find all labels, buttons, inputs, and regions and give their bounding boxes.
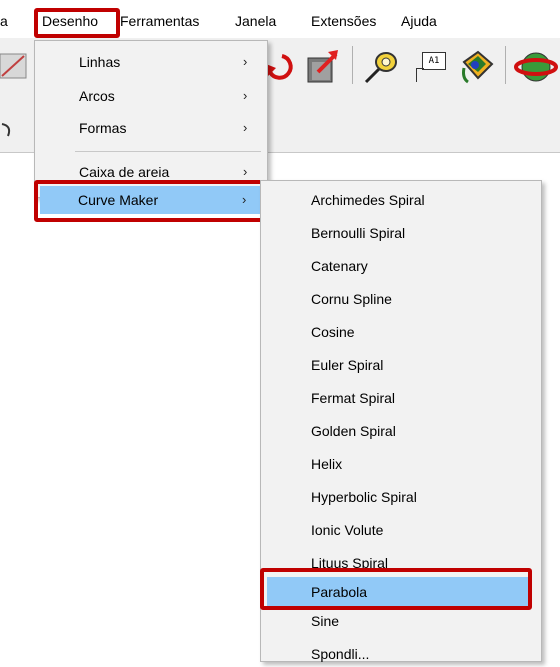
menu-item-spondli[interactable]: Spondli... xyxy=(261,641,541,667)
menu-item-catenary[interactable]: Catenary xyxy=(261,253,541,279)
tape-measure-icon[interactable] xyxy=(362,48,400,86)
menu-item-label: Golden Spiral xyxy=(311,423,396,439)
menu-item-linhas[interactable]: Linhas › xyxy=(35,49,267,75)
menu-item-janela[interactable]: Janela xyxy=(235,11,276,31)
menu-item-cornu-spline[interactable]: Cornu Spline xyxy=(261,286,541,312)
menu-item-sine[interactable]: Sine xyxy=(261,608,541,634)
desenho-highlight-box xyxy=(34,8,120,38)
push-pull-icon[interactable] xyxy=(304,48,342,86)
menu-item-ionic-volute[interactable]: Ionic Volute xyxy=(261,517,541,543)
menu-item-label: Formas xyxy=(79,120,127,136)
text-icon[interactable]: A1 xyxy=(412,50,448,84)
parabola-highlight-box xyxy=(260,568,532,610)
menu-item-label: Fermat Spiral xyxy=(311,390,396,406)
menu-item-label: Cosine xyxy=(311,324,355,340)
chevron-right-icon: › xyxy=(243,88,248,103)
menu-item-golden-spiral[interactable]: Golden Spiral xyxy=(261,418,541,444)
menu-item-label: Euler Spiral xyxy=(311,357,384,373)
menu-item-hyperbolic-spiral[interactable]: Hyperbolic Spiral xyxy=(261,484,541,510)
line-tool-icon[interactable] xyxy=(0,52,30,82)
paint-bucket-icon[interactable] xyxy=(458,48,496,86)
text-icon-label: A1 xyxy=(422,52,446,70)
menu-item-label: Hyperbolic Spiral xyxy=(311,489,417,505)
menu-item-label: Sine xyxy=(311,613,340,629)
menu-item-formas[interactable]: Formas › xyxy=(35,115,267,141)
toolbar-separator xyxy=(352,46,353,84)
toolbar-separator xyxy=(505,46,506,84)
menu-separator xyxy=(75,151,261,152)
menu-item-label: Arcos xyxy=(79,88,115,104)
chevron-right-icon: › xyxy=(243,120,248,135)
menu-item-label: Spondli... xyxy=(311,646,370,662)
chevron-right-icon: › xyxy=(243,54,248,69)
menu-item-euler-spiral[interactable]: Euler Spiral xyxy=(261,352,541,378)
menu-item-helix[interactable]: Helix xyxy=(261,451,541,477)
menu-item-fermat-spiral[interactable]: Fermat Spiral xyxy=(261,385,541,411)
orbit-icon[interactable] xyxy=(514,48,560,86)
menu-item-label: Cornu Spline xyxy=(311,291,392,307)
menu-item-ferramentas[interactable]: Ferramentas xyxy=(120,11,199,31)
menu-item-cosine[interactable]: Cosine xyxy=(261,319,541,345)
menu-item-bernoulli-spiral[interactable]: Bernoulli Spiral xyxy=(261,220,541,246)
menu-item-label: Linhas xyxy=(79,54,121,70)
menu-item-label: Bernoulli Spiral xyxy=(311,225,406,241)
desenho-menu: Linhas › Arcos › Formas › Caixa de areia… xyxy=(34,40,268,198)
menu-item-archimedes-spiral[interactable]: Archimedes Spiral xyxy=(261,187,541,213)
menu-item-label: Catenary xyxy=(311,258,368,274)
menu-item-partial[interactable]: a xyxy=(0,11,8,31)
undo-icon[interactable] xyxy=(0,120,16,140)
menu-item-arcos[interactable]: Arcos › xyxy=(35,83,267,109)
menu-item-extensoes[interactable]: Extensões xyxy=(311,11,376,31)
menu-item-label: Helix xyxy=(311,456,343,472)
menu-item-label: Ionic Volute xyxy=(311,522,384,538)
menu-item-label: Archimedes Spiral xyxy=(311,192,425,208)
curve-maker-highlight-box xyxy=(34,180,268,222)
menu-item-ajuda[interactable]: Ajuda xyxy=(401,11,437,31)
